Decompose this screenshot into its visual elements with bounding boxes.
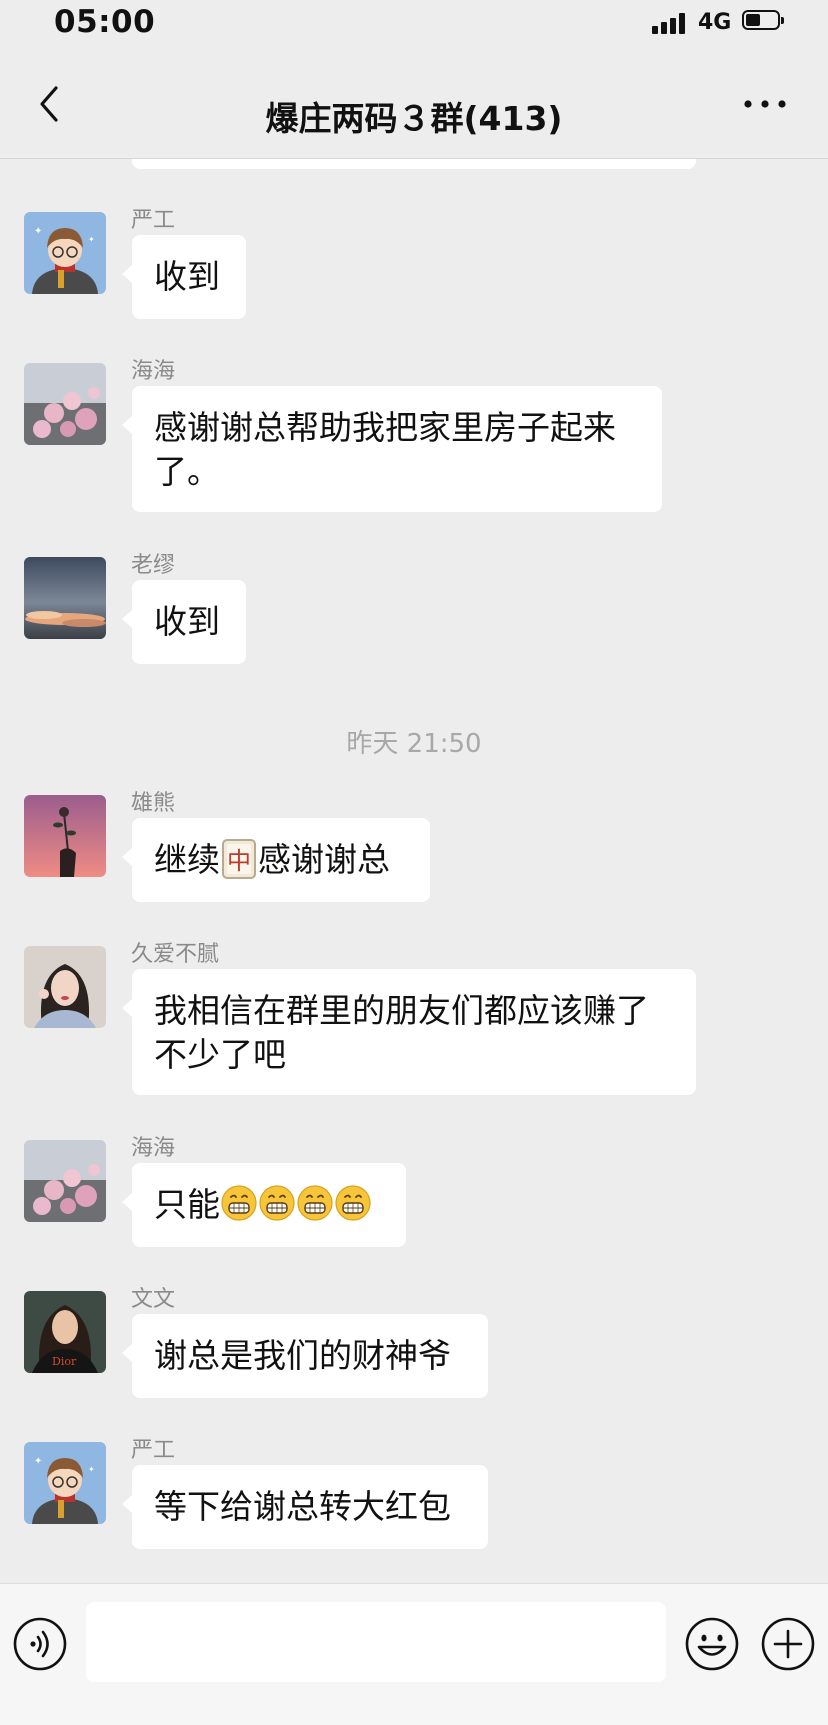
message-bubble[interactable]: 我相信在群里的朋友们都应该赚了 不少了吧 <box>122 969 696 1095</box>
message-text: 继续 <box>154 840 220 879</box>
message-text: 收到 <box>154 257 220 296</box>
status-time: 05:00 <box>54 4 156 40</box>
network-type: 4G <box>698 10 732 35</box>
svg-text:✦: ✦ <box>88 235 95 244</box>
avatar[interactable]: ✦ ✦ <box>24 1442 106 1524</box>
grin-emoji-row <box>220 1185 372 1224</box>
message-text-line: 了。 <box>154 452 220 491</box>
sender-name: 文文 <box>131 1287 176 1312</box>
signal-icon <box>652 12 690 34</box>
sender-name: 老缪 <box>131 553 176 578</box>
avatar[interactable]: Dior <box>24 1291 106 1373</box>
pink-flowers-avatar <box>24 363 106 445</box>
sender-name: 严工 <box>131 1438 176 1463</box>
avatar[interactable] <box>24 946 106 1028</box>
message-list[interactable]: ✦ ✦ 严工 收到 海海 感谢谢总帮助我把家里房子起来 了。 老缪 收到 昨天 … <box>0 159 828 1583</box>
message-text: 感谢谢总 <box>258 840 390 879</box>
avatar[interactable] <box>24 795 106 877</box>
sender-name: 严工 <box>131 208 176 233</box>
message-text: 等下给谢总转大红包 <box>154 1487 451 1526</box>
sender-name: 海海 <box>131 1136 176 1161</box>
pink-flowers-avatar <box>24 1140 106 1222</box>
battery-icon <box>742 10 786 32</box>
chat-header: 爆庄两码３群(413) <box>0 48 828 159</box>
svg-text:✦: ✦ <box>88 1465 95 1474</box>
group-title: 爆庄两码３群(413) <box>265 99 563 138</box>
message-input[interactable] <box>86 1602 666 1682</box>
message-text-line: 不少了吧 <box>154 1035 286 1074</box>
voice-icon[interactable] <box>12 1616 68 1672</box>
sunset-clouds-avatar <box>24 557 106 639</box>
hand-flower-avatar <box>24 795 106 877</box>
svg-text:✦: ✦ <box>34 1456 42 1467</box>
plus-icon[interactable] <box>760 1616 816 1672</box>
girl-portrait-avatar <box>24 946 106 1028</box>
grin-emoji <box>221 1185 257 1221</box>
woman-dior-avatar: Dior <box>24 1291 106 1373</box>
message-bubble[interactable]: 只能 <box>122 1163 406 1247</box>
grin-emoji <box>335 1185 371 1221</box>
message-text-line: 我相信在群里的朋友们都应该赚了 <box>154 991 649 1030</box>
mahjong-red-dragon-emoji: 中 <box>222 839 256 879</box>
cartoon-boy-avatar: ✦ ✦ <box>24 1442 106 1524</box>
message-bubble[interactable]: 等下给谢总转大红包 <box>122 1465 488 1549</box>
partial-message-bubble <box>132 159 696 169</box>
avatar[interactable] <box>24 557 106 639</box>
grin-emoji <box>259 1185 295 1221</box>
avatar[interactable] <box>24 363 106 445</box>
smiley-icon[interactable] <box>684 1616 740 1672</box>
cartoon-boy-avatar: ✦ ✦ <box>24 212 106 294</box>
sender-name: 久爱不腻 <box>131 942 220 967</box>
message-text: 收到 <box>154 602 220 641</box>
svg-text:✦: ✦ <box>34 226 42 237</box>
message-bubble[interactable]: 谢总是我们的财神爷 <box>122 1314 488 1398</box>
svg-text:中: 中 <box>227 847 251 875</box>
avatar[interactable]: ✦ ✦ <box>24 212 106 294</box>
sender-name: 海海 <box>131 359 176 384</box>
more-dots-icon[interactable] <box>740 84 790 124</box>
message-bubble[interactable]: 收到 <box>122 580 246 664</box>
svg-text:Dior: Dior <box>52 1355 77 1368</box>
message-text: 谢总是我们的财神爷 <box>154 1336 451 1375</box>
message-text-line: 感谢谢总帮助我把家里房子起来 <box>154 408 616 447</box>
avatar[interactable] <box>24 1140 106 1222</box>
status-bar: 05:00 4G <box>0 0 828 48</box>
sender-name: 雄熊 <box>131 791 176 816</box>
message-text: 只能 <box>154 1185 220 1224</box>
message-bubble[interactable]: 收到 <box>122 235 246 319</box>
chat-timestamp: 昨天 21:50 <box>346 729 482 759</box>
grin-emoji <box>297 1185 333 1221</box>
chat-input-bar <box>0 1583 828 1725</box>
message-bubble[interactable]: 感谢谢总帮助我把家里房子起来 了。 <box>122 386 662 512</box>
message-bubble[interactable]: 继续中感谢谢总 <box>122 818 430 902</box>
